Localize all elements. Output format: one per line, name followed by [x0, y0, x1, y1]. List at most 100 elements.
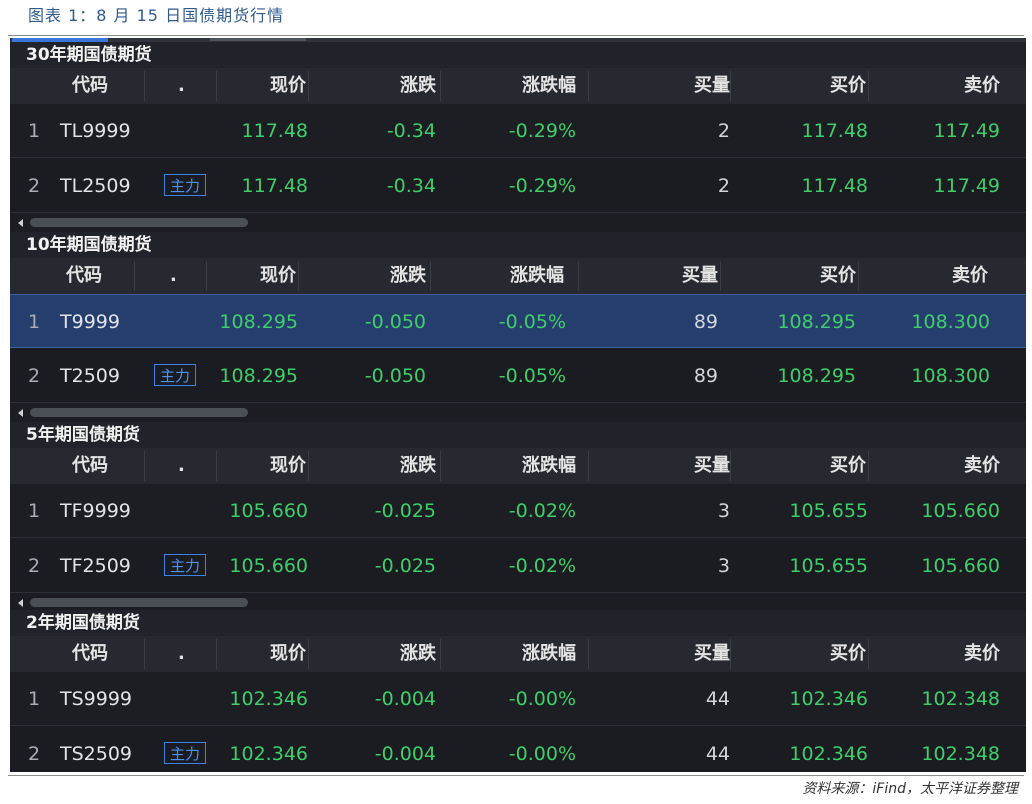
- column-divider[interactable]: [858, 261, 859, 291]
- column-header-price[interactable]: 现价: [246, 636, 306, 672]
- column-divider[interactable]: [440, 639, 441, 669]
- column-header-bid[interactable]: 买价: [766, 258, 856, 294]
- column-header-dot[interactable]: .: [178, 68, 190, 104]
- last-price: 102.346: [229, 743, 308, 765]
- scroll-left-arrow-icon[interactable]: [18, 409, 23, 417]
- horizontal-scrollbar[interactable]: [10, 404, 1026, 422]
- scroll-left-arrow-icon[interactable]: [18, 219, 23, 227]
- contract-code: TF9999: [60, 500, 131, 522]
- contract-code: TS9999: [60, 688, 133, 710]
- column-divider[interactable]: [440, 71, 441, 101]
- contract-code: TF2509: [60, 555, 131, 577]
- column-header-bid[interactable]: 买价: [776, 636, 866, 672]
- column-header-ask[interactable]: 卖价: [898, 258, 988, 294]
- contract-code: T9999: [60, 311, 120, 333]
- column-header-code[interactable]: 代码: [72, 448, 132, 484]
- bid-price: 102.346: [789, 743, 868, 765]
- column-divider[interactable]: [134, 261, 135, 291]
- column-divider[interactable]: [144, 639, 145, 669]
- table-row[interactable]: 2 TF2509 主力 105.660 -0.025 -0.02% 3 105.655 105.…: [10, 539, 1026, 593]
- column-header-volume[interactable]: 买量: [640, 636, 730, 672]
- scrollbar-thumb[interactable]: [30, 408, 248, 417]
- column-header-bid[interactable]: 买价: [776, 448, 866, 484]
- column-header-volume[interactable]: 买量: [640, 448, 730, 484]
- scrollbar-thumb[interactable]: [30, 598, 248, 607]
- column-header-change[interactable]: 涨跌: [366, 258, 426, 294]
- column-header-change[interactable]: 涨跌: [376, 68, 436, 104]
- figure-caption: 图表 1：8 月 15 日国债期货行情: [28, 6, 285, 25]
- column-divider[interactable]: [578, 261, 579, 291]
- inactive-tab-indicator[interactable]: [210, 38, 306, 41]
- column-header-dot[interactable]: .: [170, 258, 182, 294]
- column-header-dot[interactable]: .: [178, 448, 190, 484]
- column-divider[interactable]: [730, 71, 731, 101]
- column-divider[interactable]: [308, 639, 309, 669]
- column-divider[interactable]: [720, 261, 721, 291]
- column-divider[interactable]: [144, 451, 145, 481]
- column-header-volume[interactable]: 买量: [640, 68, 730, 104]
- table-row[interactable]: 2 TL2509 主力 117.48 -0.34 -0.29% 2 117.48 117.49: [10, 159, 1026, 213]
- column-header-code[interactable]: 代码: [72, 68, 132, 104]
- column-divider[interactable]: [588, 71, 589, 101]
- column-header-pct[interactable]: 涨跌幅: [486, 448, 576, 484]
- last-price: 105.660: [229, 555, 308, 577]
- column-divider[interactable]: [308, 71, 309, 101]
- bid-price: 105.655: [789, 555, 868, 577]
- column-divider[interactable]: [588, 639, 589, 669]
- column-divider[interactable]: [216, 451, 217, 481]
- column-header-bid[interactable]: 买价: [776, 68, 866, 104]
- horizontal-scrollbar[interactable]: [10, 214, 1026, 232]
- column-divider[interactable]: [308, 451, 309, 481]
- column-divider[interactable]: [730, 639, 731, 669]
- column-header-pct[interactable]: 涨跌幅: [486, 68, 576, 104]
- row-index: 2: [28, 175, 41, 197]
- column-divider[interactable]: [216, 71, 217, 101]
- column-header-price[interactable]: 现价: [246, 68, 306, 104]
- column-header-change[interactable]: 涨跌: [376, 448, 436, 484]
- table-row[interactable]: 2 TS2509 主力 102.346 -0.004 -0.00% 44 102.346 102…: [10, 727, 1026, 772]
- column-header-ask[interactable]: 卖价: [910, 636, 1000, 672]
- change-percent: -0.00%: [508, 743, 576, 765]
- price-change: -0.025: [374, 555, 436, 577]
- table-row[interactable]: 1 TF9999 105.660 -0.025 -0.02% 3 105.655 105.66…: [10, 484, 1026, 538]
- row-index: 1: [28, 120, 41, 142]
- table-row[interactable]: 1 TS9999 102.346 -0.004 -0.00% 44 102.346 102.3…: [10, 672, 1026, 726]
- column-header-ask[interactable]: 卖价: [910, 68, 1000, 104]
- column-header-dot[interactable]: .: [178, 636, 190, 672]
- ask-price: 105.660: [921, 555, 1000, 577]
- column-divider[interactable]: [144, 71, 145, 101]
- column-header-price[interactable]: 现价: [246, 448, 306, 484]
- column-divider[interactable]: [298, 261, 299, 291]
- column-header-pct[interactable]: 涨跌幅: [486, 636, 576, 672]
- bid-price: 108.295: [777, 311, 856, 333]
- column-divider[interactable]: [216, 639, 217, 669]
- column-divider[interactable]: [588, 451, 589, 481]
- column-header-ask[interactable]: 卖价: [910, 448, 1000, 484]
- column-divider[interactable]: [440, 451, 441, 481]
- column-header-volume[interactable]: 买量: [628, 258, 718, 294]
- price-change: -0.004: [374, 743, 436, 765]
- column-divider[interactable]: [206, 261, 207, 291]
- column-divider[interactable]: [868, 639, 869, 669]
- quote-section: 5年期国债期货 代码. 现价 涨跌 涨跌幅 买量 买价 卖价 1 TF9999 105.660 -0.…: [10, 422, 1026, 612]
- scroll-left-arrow-icon[interactable]: [18, 599, 23, 607]
- column-header-price[interactable]: 现价: [236, 258, 296, 294]
- column-header-code[interactable]: 代码: [72, 636, 132, 672]
- row-index: 2: [28, 743, 41, 765]
- section-title: 30年期国债期货: [10, 42, 1026, 68]
- column-header-code[interactable]: 代码: [66, 258, 126, 294]
- table-row[interactable]: 1 TL9999 117.48 -0.34 -0.29% 2 117.48 117.49: [10, 104, 1026, 158]
- column-divider[interactable]: [730, 451, 731, 481]
- column-divider[interactable]: [430, 261, 431, 291]
- section-title: 5年期国债期货: [10, 422, 1026, 448]
- row-index: 1: [28, 311, 41, 333]
- ask-price: 105.660: [921, 500, 1000, 522]
- column-divider[interactable]: [868, 71, 869, 101]
- column-divider[interactable]: [868, 451, 869, 481]
- table-row[interactable]: 2 T2509 主力 108.295 -0.050 -0.05% 89 108.295 108.…: [10, 349, 1026, 403]
- change-percent: -0.05%: [498, 365, 566, 387]
- column-header-change[interactable]: 涨跌: [376, 636, 436, 672]
- column-header-pct[interactable]: 涨跌幅: [474, 258, 564, 294]
- table-row-selected[interactable]: 1 T9999 108.295 -0.050 -0.05% 89 108.295 108.30…: [10, 294, 1026, 348]
- scrollbar-thumb[interactable]: [30, 218, 248, 227]
